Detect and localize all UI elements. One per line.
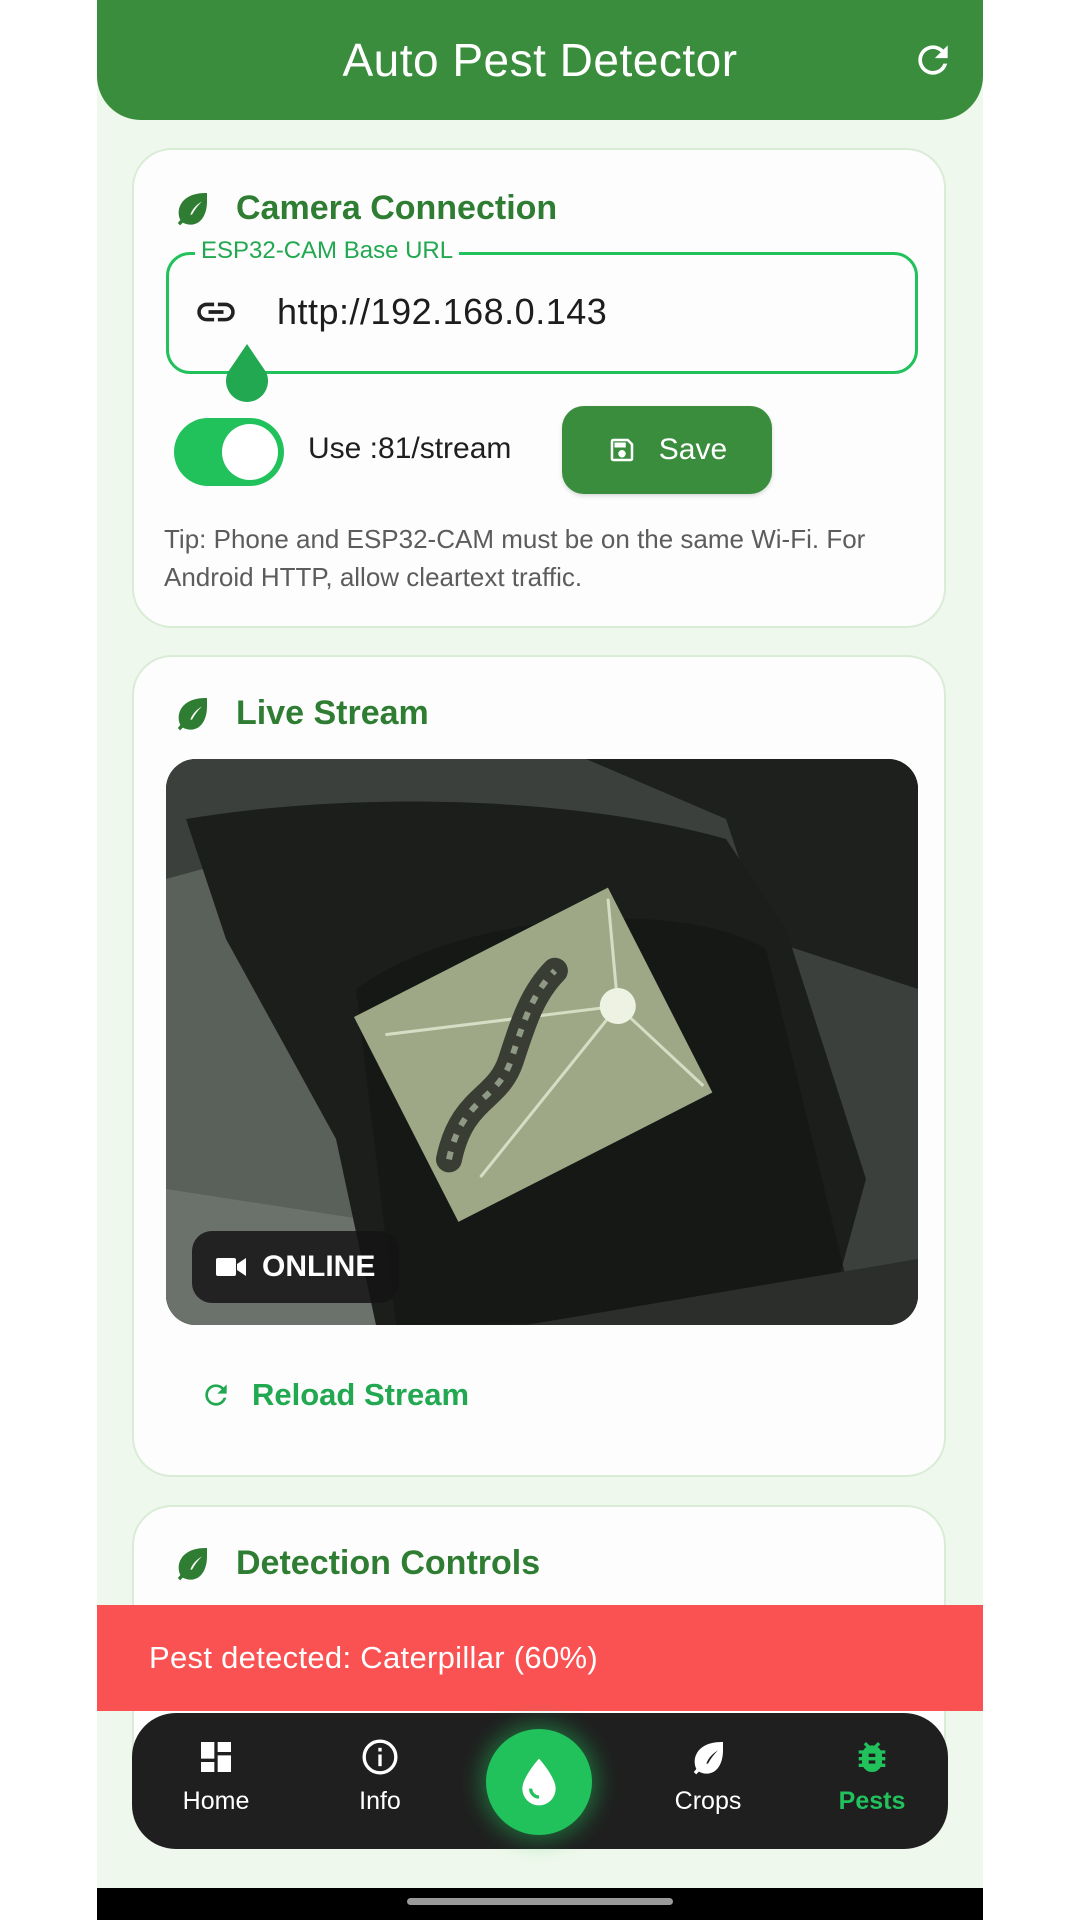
save-button-label: Save [658,433,728,466]
refresh-icon [205,1384,227,1406]
save-button[interactable]: Save [562,406,772,494]
stream-status-badge: ONLINE [192,1231,400,1303]
save-icon [610,438,634,462]
app-bar: Auto Pest Detector [97,0,983,120]
camera-connection-header: Camera Connection [172,188,557,228]
camera-stream-view: ONLINE [166,759,918,1325]
nav-item-crops[interactable]: Crops [648,1737,768,1816]
toggle-knob [222,424,278,480]
stream-status-text: ONLINE [262,1250,376,1283]
videocam-icon [216,1258,246,1276]
info-icon [362,1739,398,1775]
camera-connection-card: Camera Connection ESP32-CAM Base URL htt… [132,148,946,628]
refresh-icon[interactable] [911,38,955,82]
water-fab-button[interactable] [486,1729,592,1835]
nav-label: Info [359,1787,401,1815]
base-url-field[interactable]: ESP32-CAM Base URL http://192.168.0.143 [166,237,918,374]
bug-icon [858,1742,886,1773]
stream-port-toggle[interactable] [174,418,284,486]
nav-item-home[interactable]: Home [156,1737,276,1816]
nav-label: Home [182,1787,250,1815]
leaf-icon [693,1742,723,1775]
system-navigation-bar [97,1888,983,1920]
live-stream-header: Live Stream [172,693,429,733]
text-cursor-handle[interactable] [222,342,272,402]
app-title: Auto Pest Detector [342,34,738,86]
card-title: Live Stream [236,693,429,732]
dashboard-icon [201,1742,231,1772]
reload-stream-label: Reload Stream [252,1377,470,1412]
nav-label: Pests [838,1787,906,1815]
nav-item-pests[interactable]: Pests [812,1737,932,1816]
link-icon [197,302,235,322]
detection-controls-header: Detection Controls [172,1543,540,1583]
nav-item-info[interactable]: Info [320,1737,440,1816]
leaf-icon [177,193,207,226]
base-url-value: http://192.168.0.143 [277,291,608,332]
home-indicator[interactable] [407,1898,673,1905]
leaf-icon [177,1548,207,1581]
stream-port-toggle-label: Use :81/stream [308,432,512,465]
leaf-icon [177,698,207,731]
app-screen: Auto Pest Detector Camera Connection ESP… [97,0,983,1920]
nav-label: Crops [674,1787,742,1815]
base-url-label: ESP32-CAM Base URL [195,237,460,265]
live-stream-card: Live Stream ONLINE Reload Stream [132,655,946,1477]
pest-detected-snackbar: Pest detected: Caterpillar (60%) [97,1605,983,1711]
card-title: Detection Controls [236,1543,541,1582]
snackbar-message: Pest detected: Caterpillar (60%) [149,1640,598,1675]
water-drop-icon [522,1758,556,1806]
reload-stream-button[interactable]: Reload Stream [200,1377,469,1413]
connection-tip: Tip: Phone and ESP32-CAM must be on the … [164,524,866,592]
bottom-nav: Home Info Crops Pests [132,1713,948,1849]
card-title: Camera Connection [236,188,558,227]
